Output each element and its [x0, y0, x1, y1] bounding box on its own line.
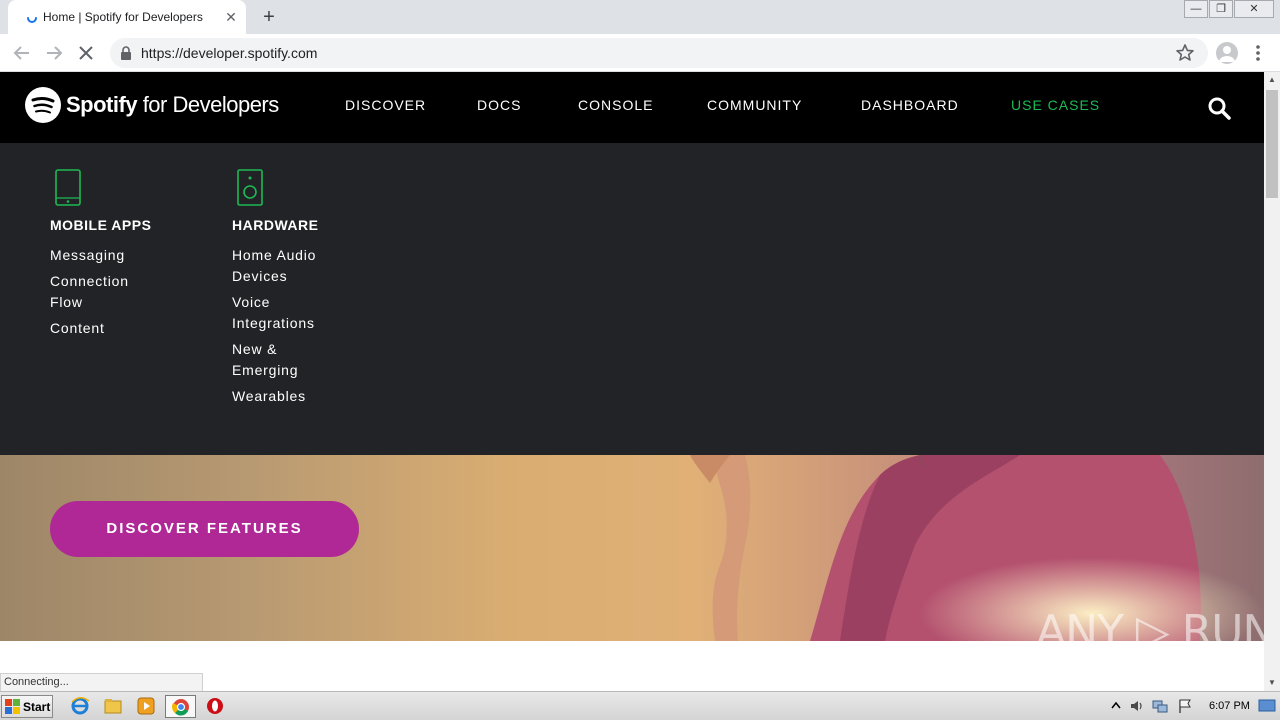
chrome-menu-icon[interactable] — [1250, 42, 1266, 64]
loading-spinner-icon — [27, 17, 37, 23]
status-bar: Connecting... — [0, 673, 203, 691]
spotify-logo[interactable]: Spotify for Developers — [25, 87, 279, 123]
window-close-button[interactable]: ✕ — [1234, 0, 1274, 18]
logo-suffix: for Developers — [142, 92, 280, 117]
hardware-links: Home Audio Devices Voice Integrations Ne… — [232, 245, 332, 412]
mobile-apps-links: Messaging Connection Flow Content — [50, 245, 160, 344]
start-button[interactable]: Start — [1, 695, 53, 718]
scroll-up-arrow-icon[interactable]: ▲ — [1264, 72, 1280, 88]
nav-community[interactable]: COMMUNITY — [707, 97, 802, 113]
explorer-icon[interactable] — [103, 696, 123, 716]
page-viewport: Spotify for Developers DISCOVER DOCS CON… — [0, 72, 1264, 691]
nav-use-cases[interactable]: USE CASES — [1011, 97, 1100, 113]
network-icon[interactable] — [1152, 698, 1168, 714]
show-desktop-icon[interactable] — [1258, 698, 1276, 714]
restore-button[interactable]: ❐ — [1209, 0, 1233, 18]
nav-discover[interactable]: DISCOVER — [345, 97, 426, 113]
screen: Home | Spotify for Developers ✕ + — ❐ ✕ … — [0, 0, 1280, 720]
link-content[interactable]: Content — [50, 318, 160, 339]
ie-icon[interactable] — [70, 696, 90, 716]
nav-dashboard[interactable]: DASHBOARD — [861, 97, 959, 113]
logo-brand: Spotify — [66, 92, 138, 117]
nav-docs[interactable]: DOCS — [477, 97, 521, 113]
tab-title: Home | Spotify for Developers — [43, 10, 203, 24]
windows-flag-icon — [5, 699, 20, 714]
chrome-icon — [172, 699, 189, 716]
browser-toolbar: https://developer.spotify.com — [0, 34, 1280, 72]
spotify-logo-icon — [25, 87, 61, 123]
anyrun-watermark: ANY ▷ RUN — [1036, 606, 1264, 657]
tab-strip: Home | Spotify for Developers ✕ + — ❐ ✕ — [0, 0, 1280, 34]
logo-text: Spotify for Developers — [66, 92, 279, 118]
media-player-icon[interactable] — [136, 696, 156, 716]
back-icon[interactable] — [10, 41, 34, 65]
chrome-taskbar-button[interactable] — [165, 695, 196, 718]
tab-close-icon[interactable]: ✕ — [222, 8, 240, 26]
hardware-title: HARDWARE — [232, 217, 319, 233]
speaker-icon — [237, 169, 263, 206]
taskbar-clock: 6:07 PM — [1209, 700, 1250, 712]
link-connection-flow[interactable]: Connection Flow — [50, 271, 160, 313]
url-text[interactable]: https://developer.spotify.com — [141, 45, 317, 61]
page-scrollbar[interactable]: ▲ ▼ — [1264, 72, 1280, 691]
link-wearables[interactable]: Wearables — [232, 386, 332, 407]
link-voice-integrations[interactable]: Voice Integrations — [232, 292, 332, 334]
scroll-down-arrow-icon[interactable]: ▼ — [1264, 675, 1280, 691]
scroll-thumb[interactable] — [1266, 90, 1278, 198]
windows-taskbar: Start 6:07 PM — [0, 691, 1280, 720]
new-tab-button[interactable]: + — [258, 6, 280, 28]
browser-tab[interactable]: Home | Spotify for Developers ✕ — [8, 0, 246, 34]
mobile-apps-title: MOBILE APPS — [50, 217, 152, 233]
site-header: Spotify for Developers DISCOVER DOCS CON… — [0, 72, 1264, 143]
discover-features-button[interactable]: DISCOVER FEATURES — [50, 501, 359, 557]
link-messaging[interactable]: Messaging — [50, 245, 160, 266]
use-cases-dropdown: MOBILE APPS Messaging Connection Flow Co… — [0, 143, 1264, 455]
profile-avatar-icon[interactable] — [1216, 42, 1238, 64]
address-bar[interactable]: https://developer.spotify.com — [110, 38, 1208, 68]
volume-icon[interactable] — [1129, 698, 1145, 714]
phone-icon — [55, 169, 81, 206]
stop-loading-icon[interactable] — [74, 41, 98, 65]
minimize-button[interactable]: — — [1184, 0, 1208, 18]
search-icon[interactable] — [1207, 96, 1231, 120]
bookmark-star-icon[interactable] — [1175, 43, 1195, 63]
avatar-silhouette-icon — [1219, 46, 1235, 62]
link-home-audio-devices[interactable]: Home Audio Devices — [232, 245, 332, 287]
link-new-emerging[interactable]: New & Emerging — [232, 339, 332, 381]
opera-icon[interactable] — [205, 696, 225, 716]
nav-console[interactable]: CONSOLE — [578, 97, 653, 113]
forward-icon[interactable] — [42, 41, 66, 65]
lock-icon — [121, 46, 131, 60]
start-label: Start — [23, 699, 51, 714]
flag-icon[interactable] — [1177, 698, 1193, 714]
show-hidden-icon[interactable] — [1108, 698, 1124, 714]
